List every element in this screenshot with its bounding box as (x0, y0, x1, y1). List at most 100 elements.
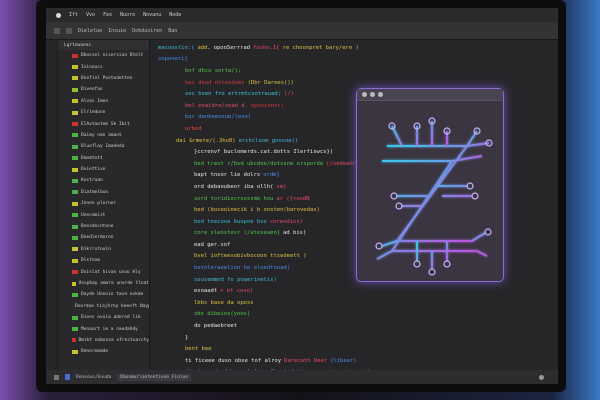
file-list-item[interactable]: Dlstnom (58, 255, 149, 266)
menu-item[interactable]: Fex (103, 12, 112, 18)
menu-icon[interactable] (66, 27, 72, 34)
file-icon (72, 338, 76, 343)
file-icon (72, 327, 78, 332)
app-icon (56, 12, 61, 18)
file-icon (72, 247, 78, 252)
file-icon (72, 292, 78, 297)
file-list-item[interactable]: Elriedonn (58, 107, 149, 118)
menu-item[interactable]: Ift (69, 12, 78, 18)
menu-item[interactable]: Node (169, 12, 181, 18)
file-icon (72, 281, 76, 286)
file-list-item[interactable]: Kostruan (58, 175, 149, 186)
code-token: lbbs base da oposs (194, 299, 254, 306)
file-list-item[interactable]: Menaart ie a naedahdy (58, 323, 149, 334)
file-list-item[interactable]: Dnofinl Pustodetten (58, 73, 149, 84)
code-token: esoaadt (194, 288, 218, 295)
file-list-item[interactable]: Daimy nan amant (58, 130, 149, 141)
menu-item[interactable]: Novanu (143, 12, 161, 18)
file-list-item[interactable]: Dikrrutnoin (58, 244, 149, 255)
file-icon (72, 65, 78, 70)
settings-icon[interactable] (54, 374, 59, 380)
code-token: (Dbr Darees()) (247, 79, 294, 86)
file-name: Vospbay amera unorde tlnat (78, 281, 149, 286)
file-list-item[interactable]: Ixinoucs (58, 61, 149, 72)
file-name: Unecomist (81, 212, 106, 218)
code-token: bod toeiooe buopoe bvo (194, 218, 267, 225)
file-list-item[interactable]: Vospbay amera unorde tlnat (58, 278, 149, 289)
maximize-button[interactable] (378, 92, 383, 97)
code-token: dai &rmete/(.3hu0) (176, 137, 236, 144)
file-icon (72, 178, 78, 183)
code-token: + bt coso) (220, 288, 254, 295)
notification-icon[interactable] (539, 374, 544, 380)
code-line: ti ficeee duso obse tof alroy Darecatn De… (150, 355, 558, 367)
file-name: Menaart ie a naedahdy (81, 326, 138, 332)
code-token: oposconst) (250, 102, 285, 109)
file-name: Dviettive (81, 167, 106, 173)
file-list-item[interactable]: Dmomtott (58, 153, 149, 164)
file-list-item[interactable]: Dbocsel nisersion Dtelt (58, 50, 149, 61)
file-name: Divenfas (81, 87, 103, 93)
toolbar: Dieletue Insuie Dokdusiren Ban (46, 22, 558, 40)
explorer-header: Lgrtowanes (58, 40, 149, 50)
close-button[interactable] (362, 92, 367, 97)
code-token: Darecatn Deer (284, 357, 328, 364)
file-list-item[interactable]: Denoremade (58, 346, 149, 357)
file-name: Dieos ovula aderod lik (81, 315, 141, 321)
code-token: bel exaidre/sead d. (185, 102, 248, 109)
code-token: core sleostesr (/ateseaen} (194, 230, 281, 237)
file-list-item[interactable]: Diatmelbun (58, 187, 149, 198)
code-line: sbs dibeios(yoos) (150, 309, 558, 321)
explorer-title: Lgrtowanes (64, 42, 92, 48)
file-icon (72, 190, 78, 195)
code-token: re choonpret bary/ere ) (282, 44, 359, 51)
file-name: Diatmelbun (81, 189, 109, 195)
code-token: sousemmnd fo poaerinetis) (194, 276, 277, 283)
code-token: soponeri{ (158, 56, 188, 63)
file-icon (72, 87, 78, 92)
file-list-item[interactable]: Bmikt nobonza ofroctuarcty (58, 335, 149, 346)
file-list-item[interactable]: Doordue tiajhrny beeoft Naypwul oty (58, 301, 149, 312)
code-token: bapt tnsor lie dolrs (194, 172, 261, 179)
file-list-item[interactable]: Dieos ovula aderod lik (58, 312, 149, 323)
minimize-button[interactable] (370, 92, 375, 97)
status-tab-2[interactable]: Dbonmur\antentiene Fiolue (117, 373, 191, 381)
file-list-item[interactable]: Dviettive (58, 164, 149, 175)
status-tab-1[interactable]: Deavous/Enuda (76, 375, 111, 380)
file-name: Bmikt nobonza ofroctuarcty (78, 337, 149, 343)
file-list-item[interactable]: Alvas Imen (58, 96, 149, 107)
file-list-item[interactable]: ElAvtaotem Sk Ibit (58, 118, 149, 129)
code-token: sm) (276, 183, 287, 190)
menu-item[interactable]: Nuoro (120, 12, 135, 18)
file-list-item[interactable]: Divenfas (58, 84, 149, 95)
code-token: urbod (185, 125, 202, 132)
file-list-item[interactable]: Dluoflay Imadeda (58, 141, 149, 152)
file-name: Kostruan (81, 178, 103, 184)
preview-titlebar[interactable] (357, 89, 503, 101)
toolbar-button[interactable]: Insuie (108, 28, 126, 34)
file-list-item[interactable]: Unecomist (58, 209, 149, 220)
toolbar-button[interactable]: Dokdusiren (132, 28, 162, 34)
file-name: ElAvtaotem Sk Ibit (81, 121, 130, 127)
code-token: bvel iofteesobivbocoon ttsedeett ) (194, 253, 307, 260)
file-name: Dayde Unnoin tasn ovkde (81, 292, 144, 298)
file-list-item[interactable]: Jnnen plorner (58, 198, 149, 209)
back-icon[interactable] (54, 27, 60, 34)
preview-window[interactable] (356, 88, 504, 282)
toolbar-button[interactable]: Dieletue (78, 28, 102, 34)
code-token: botoleraeelion he oloedtnoad) (194, 265, 291, 272)
file-name: Doordue tiajhrny beeoft Naypwul oty (75, 303, 149, 309)
toolbar-button[interactable]: Ban (168, 28, 177, 34)
code-token: macoostin:( (158, 44, 195, 51)
code-line: bent bee (150, 343, 558, 355)
file-icon (72, 156, 78, 161)
file-list-item[interactable]: Doislat hivan unuo Hly (58, 266, 149, 277)
file-list-item[interactable]: Doedlerduron (58, 232, 149, 243)
file-icon (72, 144, 78, 149)
file-name: Daimy nan amant (81, 132, 122, 138)
file-list-item[interactable]: Dayde Unnoin tasn ovkde (58, 289, 149, 300)
file-name: Dbocsel nisersion Dtelt (81, 53, 144, 59)
menu-item[interactable]: Vvo (86, 12, 95, 18)
file-list-item[interactable]: Boesdocntone (58, 221, 149, 232)
file-name: Ixinoucs (81, 64, 103, 70)
